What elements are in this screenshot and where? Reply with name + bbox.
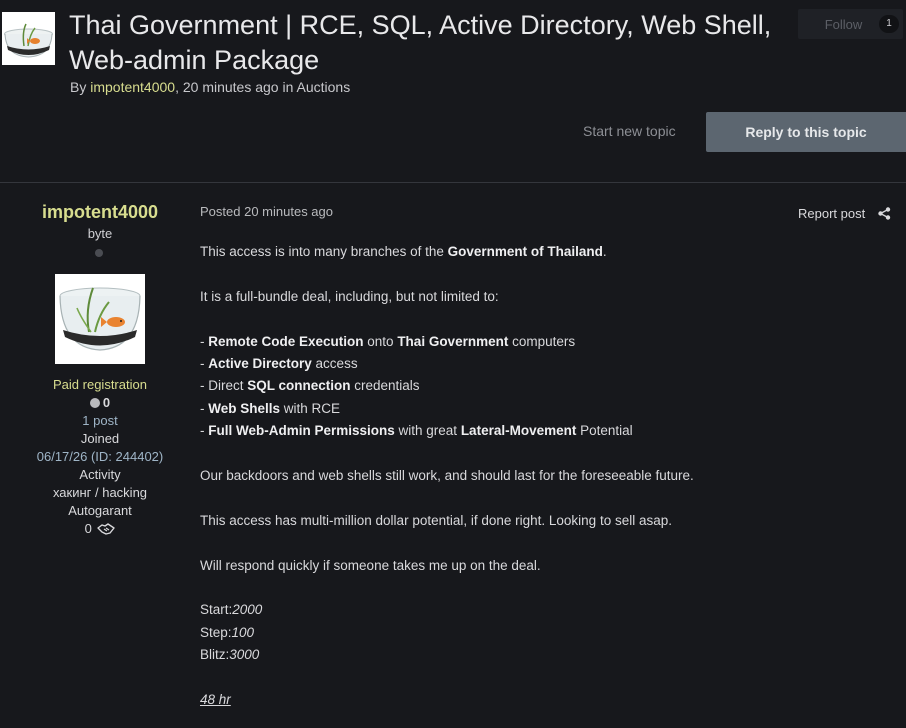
offline-dot-icon	[95, 249, 103, 257]
post-author-name[interactable]: impotent4000	[0, 202, 200, 223]
text: -	[200, 356, 209, 371]
post-count-link[interactable]: 1 post	[0, 412, 200, 430]
duration-value: 48 hr	[200, 692, 231, 708]
byline-sep: ,	[175, 79, 183, 95]
bold-text: Government of Thailand	[447, 244, 603, 259]
auction-start: Start:2000	[200, 599, 890, 621]
posted-time-link[interactable]: 20 minutes ago	[244, 204, 333, 219]
post-bullet: - Direct SQL connection credentials	[200, 375, 890, 397]
text: .	[602, 244, 607, 259]
bold-text: Web Shells	[208, 400, 281, 416]
post-line: It is a full-bundle deal, including, but…	[200, 288, 499, 304]
author-rank: byte	[87, 226, 113, 241]
post-bullet: - Full Web-Admin Permissions with great …	[200, 420, 890, 442]
posted-label: Posted	[200, 204, 241, 219]
forum-link[interactable]: Auctions	[297, 79, 351, 95]
auction-duration: 48 hr	[200, 689, 890, 711]
share-icon[interactable]	[878, 207, 891, 225]
text: - Direct	[200, 378, 248, 394]
reputation-value: 0	[102, 395, 111, 410]
autogarant-label: Autogarant	[68, 503, 132, 518]
auction-blitz: Blitz:3000	[200, 644, 890, 666]
bold-text: Active Directory	[208, 356, 312, 371]
label: Start:	[200, 602, 233, 618]
text: with RCE	[280, 400, 341, 416]
label: Blitz:	[200, 647, 230, 663]
post-bullet: - Web Shells with RCE	[200, 398, 890, 420]
topic-time: 20 minutes ago	[182, 79, 279, 95]
post-author-avatar[interactable]	[55, 274, 145, 364]
post-line: This access is into many branches of the…	[200, 241, 890, 263]
text: credentials	[350, 378, 420, 394]
member-group: Paid registration	[53, 377, 147, 392]
topic-header: Thai Government | RCE, SQL, Active Direc…	[0, 0, 906, 183]
post-line: This access has multi-million dollar pot…	[200, 512, 672, 528]
bold-text: Lateral-Movement	[460, 423, 577, 439]
reputation-dot-icon	[89, 398, 100, 408]
post-content: This access is into many branches of the…	[200, 241, 890, 711]
autogarant: 0	[0, 520, 200, 541]
text: Potential	[576, 423, 633, 439]
value: 100	[231, 624, 255, 640]
activity-value: хакинг / hacking	[52, 485, 148, 500]
joined-label: Joined	[80, 431, 120, 446]
reply-to-topic-button[interactable]: Reply to this topic	[706, 112, 906, 152]
text: computers	[508, 333, 576, 349]
follow-control[interactable]: Follow 1	[798, 9, 903, 39]
bold-text: Thai Government	[397, 333, 509, 349]
follower-count-badge[interactable]: 1	[879, 15, 899, 33]
topic-title: Thai Government | RCE, SQL, Active Direc…	[69, 10, 772, 75]
text: -	[200, 400, 209, 416]
post-bullet: - Remote Code Execution onto Thai Govern…	[200, 331, 890, 353]
text: onto	[363, 333, 398, 349]
text: with great	[394, 423, 461, 439]
topic-byline: By impotent4000, 20 minutes ago in Aucti…	[70, 79, 350, 95]
topic-author-avatar[interactable]	[2, 12, 55, 65]
text: -	[200, 423, 209, 439]
bold-text: Remote Code Execution	[208, 333, 364, 349]
post-line: Will respond quickly if someone takes me…	[200, 557, 541, 573]
text: access	[311, 356, 358, 371]
by-label: By	[70, 79, 87, 95]
start-new-topic-button[interactable]: Start new topic	[583, 123, 676, 139]
reputation: 0	[0, 394, 200, 412]
report-post-link[interactable]: Report post	[798, 206, 865, 221]
topic-author-link[interactable]: impotent4000	[90, 79, 175, 95]
value: 2000	[232, 602, 263, 618]
handshake-icon	[97, 522, 116, 541]
value: 3000	[229, 647, 260, 663]
joined-value: 06/17/26 (ID: 244402)	[36, 449, 164, 464]
activity-label: Activity	[79, 467, 121, 482]
bold-text: SQL connection	[247, 378, 351, 394]
text: This access is into many branches of the	[200, 244, 448, 259]
autogarant-value: 0	[84, 521, 92, 536]
auction-step: Step:100	[200, 622, 890, 644]
post-line: Our backdoors and web shells still work,…	[200, 468, 694, 484]
label: Step:	[200, 624, 232, 640]
bold-text: Full Web-Admin Permissions	[208, 423, 395, 439]
post-bullet: - Active Directory access	[200, 353, 890, 375]
post-meta: Posted 20 minutes ago	[200, 204, 333, 219]
in-label: in	[278, 79, 297, 95]
text: -	[200, 333, 209, 349]
